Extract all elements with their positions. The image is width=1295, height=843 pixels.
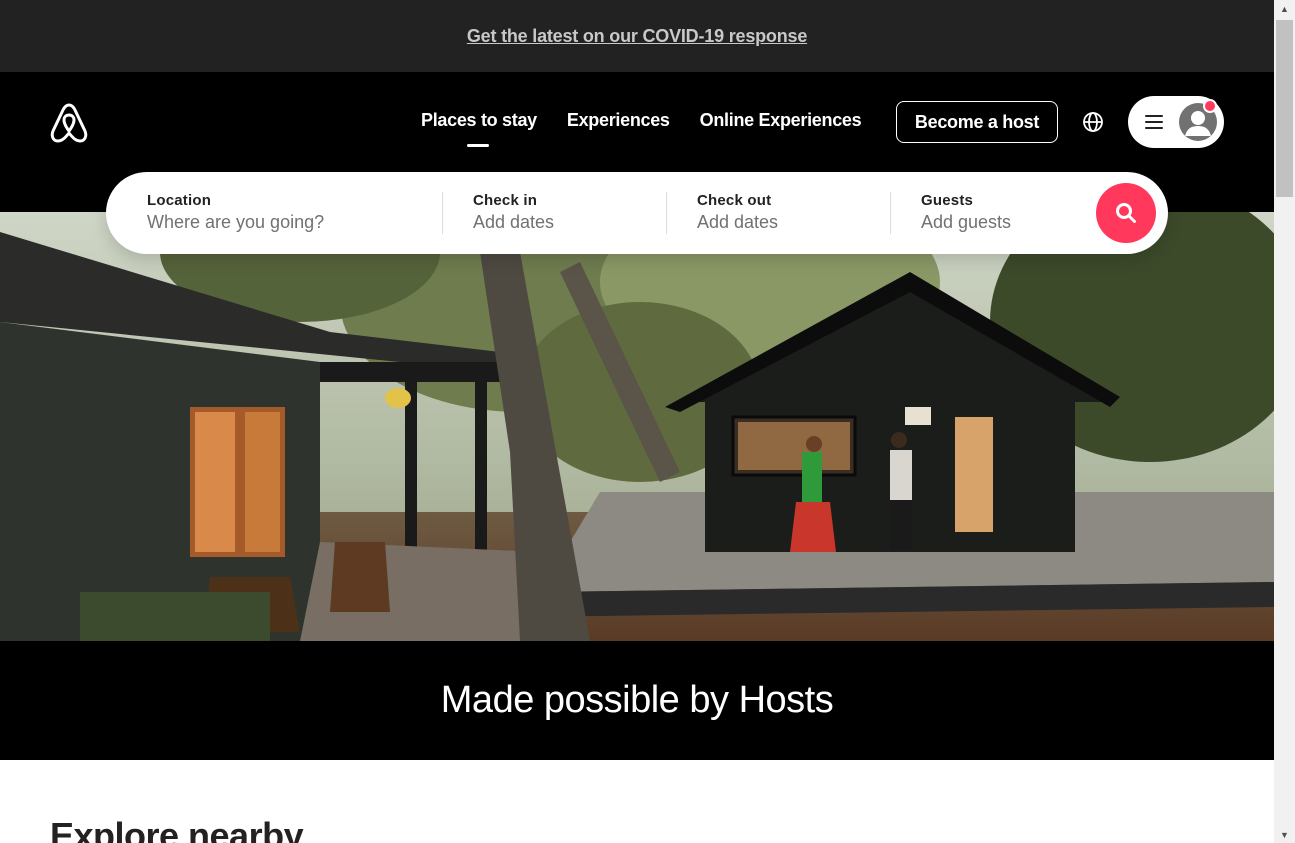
- page: Get the latest on our COVID-19 response …: [0, 0, 1274, 843]
- guests-label: Guests: [921, 192, 974, 209]
- explore-nearby-heading: Explore nearby: [50, 815, 304, 843]
- location-field[interactable]: Location Where are you going?: [147, 192, 324, 233]
- check-out-field[interactable]: Check out Add dates: [697, 192, 778, 233]
- field-divider: [442, 192, 443, 234]
- globe-icon[interactable]: [1081, 110, 1105, 134]
- hero-tagline: Made possible by Hosts: [440, 679, 834, 721]
- scrollbar-thumb[interactable]: [1276, 20, 1293, 197]
- location-label: Location: [147, 192, 212, 209]
- field-divider: [890, 192, 891, 234]
- profile-menu-button[interactable]: [1128, 96, 1224, 148]
- field-divider: [666, 192, 667, 234]
- search-bar: Location Where are you going? Check in A…: [106, 172, 1168, 254]
- hamburger-menu-icon: [1145, 115, 1163, 129]
- announcement-banner: Get the latest on our COVID-19 response: [0, 0, 1274, 72]
- vertical-scrollbar[interactable]: ▲ ▼: [1274, 0, 1295, 843]
- nav-experiences[interactable]: Experiences: [567, 110, 670, 131]
- check-in-value[interactable]: Add dates: [473, 212, 554, 233]
- check-out-value[interactable]: Add dates: [697, 212, 778, 233]
- guests-field[interactable]: Guests Add guests: [921, 192, 1011, 233]
- nav-places-to-stay[interactable]: Places to stay: [421, 110, 537, 147]
- airbnb-logo-icon[interactable]: [48, 101, 90, 145]
- check-in-field[interactable]: Check in Add dates: [473, 192, 554, 233]
- hero-image: [0, 212, 1274, 641]
- notification-badge: [1203, 99, 1217, 113]
- scroll-up-arrow-icon[interactable]: ▲: [1274, 0, 1295, 17]
- become-host-button[interactable]: Become a host: [896, 101, 1058, 143]
- search-icon: [1116, 203, 1136, 223]
- location-input[interactable]: Where are you going?: [147, 212, 324, 233]
- check-out-label: Check out: [697, 192, 772, 209]
- guests-value[interactable]: Add guests: [921, 212, 1011, 233]
- search-button[interactable]: [1096, 183, 1156, 243]
- tagline-band: Made possible by Hosts: [0, 641, 1274, 760]
- main-nav: Places to stay Experiences Online Experi…: [421, 110, 862, 147]
- nav-online-experiences[interactable]: Online Experiences: [700, 110, 862, 131]
- scroll-down-arrow-icon[interactable]: ▼: [1274, 826, 1295, 843]
- check-in-label: Check in: [473, 192, 538, 209]
- covid-response-link[interactable]: Get the latest on our COVID-19 response: [467, 26, 807, 47]
